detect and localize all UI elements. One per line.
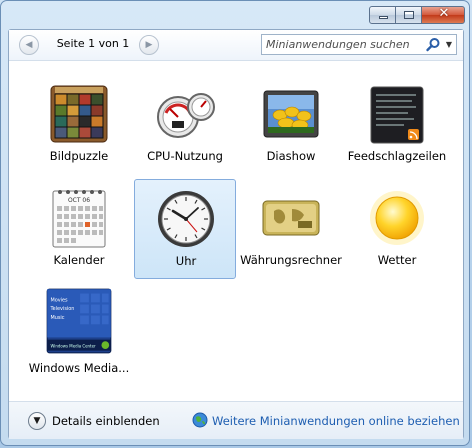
gadget-tile-weather[interactable]: Wetter bbox=[346, 179, 448, 279]
picture-puzzle-icon bbox=[50, 85, 108, 143]
gadget-tile-currency[interactable]: Währungsrechner bbox=[240, 179, 342, 279]
maximize-button[interactable] bbox=[395, 6, 422, 24]
gadget-tile-media-center[interactable]: Movies Television Music Windows Media Ce… bbox=[28, 283, 130, 383]
next-page-button[interactable]: ▶ bbox=[139, 35, 159, 55]
search-box: ▼ bbox=[261, 34, 457, 55]
calendar-icon: OCT 06 bbox=[52, 190, 106, 248]
gadget-label: Feedschlagzeilen bbox=[347, 149, 447, 163]
gadget-tile-clock[interactable]: Uhr bbox=[134, 179, 236, 279]
gadget-label: Diashow bbox=[266, 149, 316, 163]
gadget-grid: Bildpuzzle CPU-Nutzung Diashow Feedschla… bbox=[9, 61, 463, 401]
gadget-tile-cpu-meter[interactable]: CPU-Nutzung bbox=[134, 75, 236, 175]
previous-page-button[interactable]: ◀ bbox=[19, 35, 39, 55]
media-center-icon: Movies Television Music Windows Media Ce… bbox=[46, 288, 112, 354]
media-menu-item: Music bbox=[50, 315, 64, 321]
chevron-down-icon: ▼ bbox=[33, 416, 41, 426]
gadget-label: Kalender bbox=[53, 253, 105, 267]
gadget-label: CPU-Nutzung bbox=[147, 149, 223, 163]
toolbar: ◀ Seite 1 von 1 ▶ ▼ bbox=[9, 30, 463, 61]
maximize-icon bbox=[404, 11, 414, 19]
gallery-content: ◀ Seite 1 von 1 ▶ ▼ bbox=[8, 29, 464, 439]
media-menu-item: Television bbox=[49, 306, 74, 312]
search-options-dropdown[interactable]: ▼ bbox=[443, 37, 455, 53]
gadget-tile-picture-puzzle[interactable]: Bildpuzzle bbox=[28, 75, 130, 175]
slideshow-icon bbox=[263, 90, 319, 138]
gadget-label: Uhr bbox=[175, 254, 197, 268]
cpu-meter-icon bbox=[157, 93, 215, 138]
calendar-month: OCT 06 bbox=[68, 197, 90, 204]
gadget-label: Währungsrechner bbox=[240, 253, 342, 267]
page-indicator: Seite 1 von 1 bbox=[56, 37, 130, 50]
clock-icon bbox=[158, 191, 214, 247]
globe-icon bbox=[192, 412, 208, 428]
currency-icon bbox=[262, 200, 320, 236]
show-details-button[interactable]: ▼ bbox=[28, 412, 46, 430]
gadget-tile-feed-headlines[interactable]: Feedschlagzeilen bbox=[346, 75, 448, 175]
media-menu-item: Movies bbox=[50, 297, 68, 303]
weather-sun-icon bbox=[370, 191, 424, 245]
show-details-label[interactable]: Details einblenden bbox=[52, 414, 160, 428]
close-button[interactable]: ✕ bbox=[421, 6, 465, 24]
feed-headlines-icon bbox=[370, 86, 424, 144]
media-center-brand: Windows Media Center bbox=[50, 343, 96, 348]
gadget-tile-calendar[interactable]: OCT 06 Kalender bbox=[28, 179, 130, 279]
gadget-gallery-window: ✕ ◀ Seite 1 von 1 ▶ ▼ bbox=[0, 0, 470, 446]
gadget-tile-slideshow[interactable]: Diashow bbox=[240, 75, 342, 175]
get-more-gadgets-link[interactable]: Weitere Minianwendungen online beziehen bbox=[212, 414, 460, 428]
search-icon[interactable] bbox=[425, 37, 441, 53]
minimize-icon bbox=[379, 16, 388, 19]
chevron-right-icon: ▶ bbox=[145, 40, 153, 50]
gadget-label: Wetter bbox=[377, 253, 417, 267]
gadget-label: Windows Media... bbox=[28, 361, 130, 375]
footer: ▼ Details einblenden Weitere Minianwendu… bbox=[9, 401, 463, 439]
search-input[interactable] bbox=[266, 37, 416, 52]
gadget-label: Bildpuzzle bbox=[49, 149, 109, 163]
chevron-left-icon: ◀ bbox=[25, 40, 33, 50]
close-icon: ✕ bbox=[438, 6, 450, 21]
minimize-button[interactable] bbox=[369, 6, 396, 24]
